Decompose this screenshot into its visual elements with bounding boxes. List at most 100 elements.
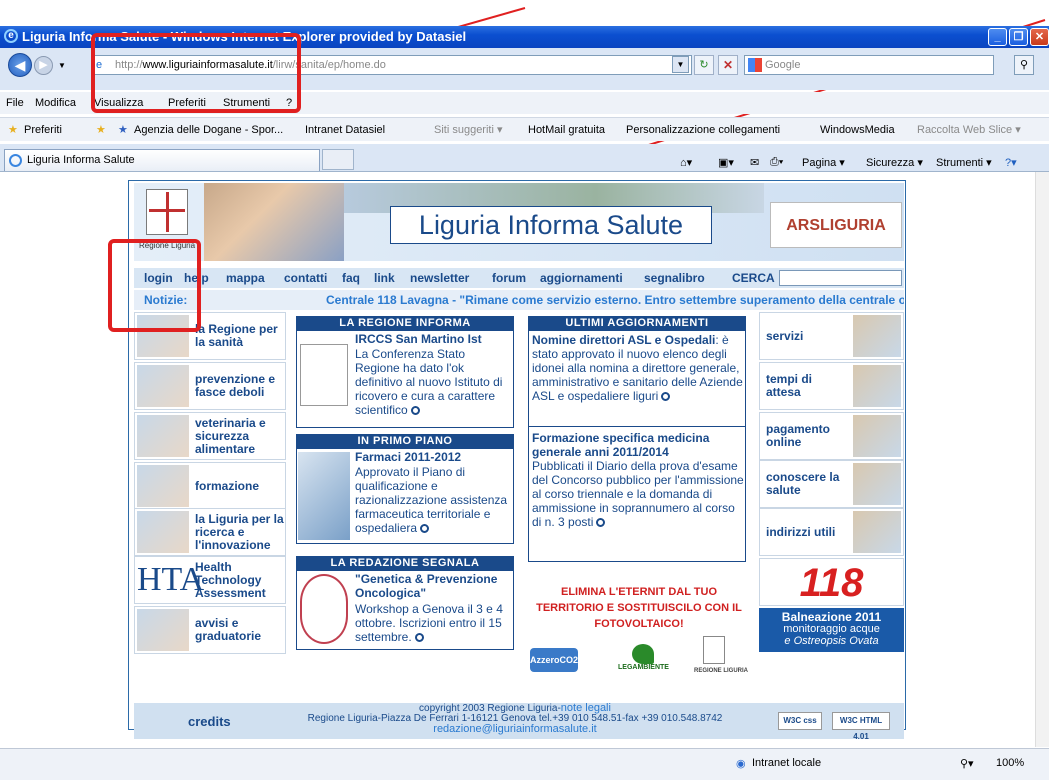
left-prevenzione[interactable]: prevenzione e fasce deboli	[134, 362, 286, 410]
fav-hotmail[interactable]: HotMail gratuita	[528, 119, 605, 141]
left-veterinaria[interactable]: veterinaria e sicurezza alimentare	[134, 412, 286, 460]
fav-intranet-datasiel[interactable]: Intranet Datasiel	[305, 119, 385, 141]
arrow-icon	[661, 392, 671, 402]
eternit-banner[interactable]: ELIMINA L'ETERNIT DAL TUO TERRITORIO E S…	[532, 584, 746, 632]
arrow-icon	[410, 406, 420, 416]
arrow-icon	[414, 633, 424, 643]
stemma-icon	[300, 344, 348, 406]
left-label: Health Technology Assessment	[195, 559, 266, 600]
tab-liguria[interactable]: Liguria Informa Salute	[4, 149, 320, 171]
vertical-scrollbar[interactable]	[1035, 172, 1049, 747]
left-formazione[interactable]: formazione	[134, 462, 286, 510]
redazione-header: LA REDAZIONE SEGNALA	[296, 556, 514, 570]
minimize-button[interactable]: _	[988, 28, 1007, 46]
browser-screen: e Liguria Informa Salute - Windows Inter…	[0, 0, 1049, 780]
w3c-css-badge[interactable]: W3C css	[778, 712, 822, 730]
left-label: avvisi e graduatorie	[195, 616, 262, 643]
close-button[interactable]: ✕	[1030, 28, 1049, 46]
left-hta[interactable]: HTA Health Technology Assessment	[134, 556, 286, 604]
home-icon[interactable]: ⌂▾	[680, 156, 692, 169]
arrow-icon	[420, 524, 430, 534]
thumb-icon	[137, 609, 189, 651]
nav-aggiornamenti[interactable]: aggiornamenti	[540, 268, 623, 288]
ultimi-header: ULTIMI AGGIORNAMENTI	[528, 316, 746, 330]
right-indirizzi[interactable]: indirizzi utili	[759, 508, 904, 556]
back-button[interactable]: ◀	[8, 53, 32, 77]
nav-segnalibro[interactable]: segnalibro	[644, 268, 705, 288]
favorites-bar: ★ Preferiti ★ ★ Agenzia delle Dogane - S…	[0, 117, 1049, 141]
regione-logo[interactable]: REGIONE LIGURIA	[694, 668, 748, 674]
favorites-star-icon[interactable]: ★	[8, 119, 18, 141]
fav-siti-suggeriti[interactable]: Siti suggeriti ▾	[434, 119, 503, 141]
mail-icon[interactable]: ✉	[750, 156, 759, 169]
ultimi-item-1[interactable]: Nomine direttori ASL e Ospedali: è stato…	[532, 333, 744, 403]
print-icon[interactable]: ⎙▾	[770, 156, 783, 169]
history-dropdown-icon[interactable]: ▼	[58, 61, 66, 70]
calendar-icon	[853, 365, 901, 407]
nav-mappa[interactable]: mappa	[226, 268, 265, 288]
fav-personalizzazione[interactable]: Personalizzazione collegamenti	[626, 119, 780, 141]
cmd-strumenti[interactable]: Strumenti ▾	[936, 156, 992, 169]
nav-faq[interactable]: faq	[342, 268, 360, 288]
left-ricerca[interactable]: la Liguria per la ricerca e l'innovazion…	[134, 508, 286, 556]
search-icon[interactable]: ⚲	[1014, 55, 1034, 75]
nav-cerca[interactable]: CERCA	[732, 268, 775, 288]
tab-ie-icon	[9, 154, 22, 167]
fav-windowsmedia[interactable]: WindowsMedia	[820, 119, 895, 141]
help-icon[interactable]: ?▾	[1005, 156, 1017, 169]
new-tab-button[interactable]	[322, 149, 354, 170]
balneazione-banner[interactable]: Balneazione 2011 monitoraggio acque e Os…	[759, 608, 904, 652]
ars-logo[interactable]: ARSLIGURIA	[770, 202, 902, 248]
left-label: la Regione per la sanità	[195, 322, 278, 349]
right-conoscere-salute[interactable]: conoscere la salute	[759, 460, 904, 508]
site-search-input[interactable]	[779, 270, 902, 286]
regione-informa-title[interactable]: IRCCS San Martino Ist	[355, 332, 482, 346]
search-placeholder: Google	[765, 59, 801, 71]
primo-piano-text[interactable]: Approvato il Piano di qualificazione e r…	[355, 465, 511, 535]
left-label: la Liguria per la ricerca e l'innovazion…	[195, 511, 284, 552]
search-input[interactable]: Google	[744, 55, 994, 75]
credits-link[interactable]: credits	[188, 714, 231, 729]
address-dropdown-icon[interactable]: ▼	[672, 56, 689, 73]
refresh-icon[interactable]: ↻	[694, 55, 714, 75]
nav-link[interactable]: link	[374, 268, 395, 288]
redazione-text[interactable]: Workshop a Genova il 3 e 4 ottobre. Iscr…	[355, 602, 511, 644]
zoom-level[interactable]: 100%	[996, 757, 1024, 769]
maximize-button[interactable]: ❐	[1009, 28, 1028, 46]
ticket-icon	[853, 415, 901, 457]
left-avvisi[interactable]: avvisi e graduatorie	[134, 606, 286, 654]
right-pagamento[interactable]: pagamento online	[759, 412, 904, 460]
add-favorite-icon[interactable]: ★	[96, 119, 106, 141]
fav-web-slice[interactable]: Raccolta Web Slice ▾	[917, 119, 1021, 141]
w3c-html-badge[interactable]: W3C HTML 4.01	[832, 712, 890, 741]
ultimi-item-2[interactable]: Formazione specifica medicina generale a…	[532, 431, 744, 529]
azzeroco2-logo[interactable]: AzzeroCO2	[530, 648, 578, 672]
favorites-button[interactable]: Preferiti	[24, 119, 62, 141]
nav-contatti[interactable]: contatti	[284, 268, 327, 288]
legambiente-logo[interactable]: LEGAMBIENTE	[618, 664, 669, 671]
right-tempi-attesa[interactable]: tempi di attesa	[759, 362, 904, 410]
email-link[interactable]: redazione@liguriainformasalute.it	[433, 723, 596, 735]
feeds-icon[interactable]: ▣▾	[718, 156, 734, 169]
primo-piano-title[interactable]: Farmaci 2011-2012	[355, 450, 461, 464]
balneazione-line2: e Ostreopsis Ovata	[784, 635, 879, 647]
menu-modifica[interactable]: Modifica	[35, 92, 76, 114]
news-ticker[interactable]: Centrale 118 Lavagna - "Rimane come serv…	[326, 290, 904, 310]
fav-agenzia-dogane[interactable]: Agenzia delle Dogane - Spor...	[134, 119, 283, 141]
menu-file[interactable]: File	[6, 92, 24, 114]
right-label: indirizzi utili	[766, 524, 836, 539]
nav-newsletter[interactable]: newsletter	[410, 268, 469, 288]
redazione-title[interactable]: "Genetica & Prevenzione Oncologica"	[355, 572, 511, 600]
stop-icon[interactable]: ✕	[718, 55, 738, 75]
globe-icon: ◉	[736, 758, 746, 770]
nav-forum[interactable]: forum	[492, 268, 526, 288]
right-label: tempi di attesa	[766, 372, 813, 399]
left-label: prevenzione e fasce deboli	[195, 372, 276, 399]
regione-informa-text[interactable]: La Conferenza Stato Regione ha dato l'ok…	[355, 347, 511, 417]
zoom-icon[interactable]: ⚲▾	[960, 757, 974, 770]
cmd-sicurezza[interactable]: Sicurezza ▾	[866, 156, 923, 169]
forward-button[interactable]: ▶	[34, 56, 53, 75]
right-servizi[interactable]: servizi	[759, 312, 904, 360]
cmd-pagina[interactable]: Pagina ▾	[802, 156, 845, 169]
emergency-118-logo[interactable]: 118	[759, 558, 904, 606]
